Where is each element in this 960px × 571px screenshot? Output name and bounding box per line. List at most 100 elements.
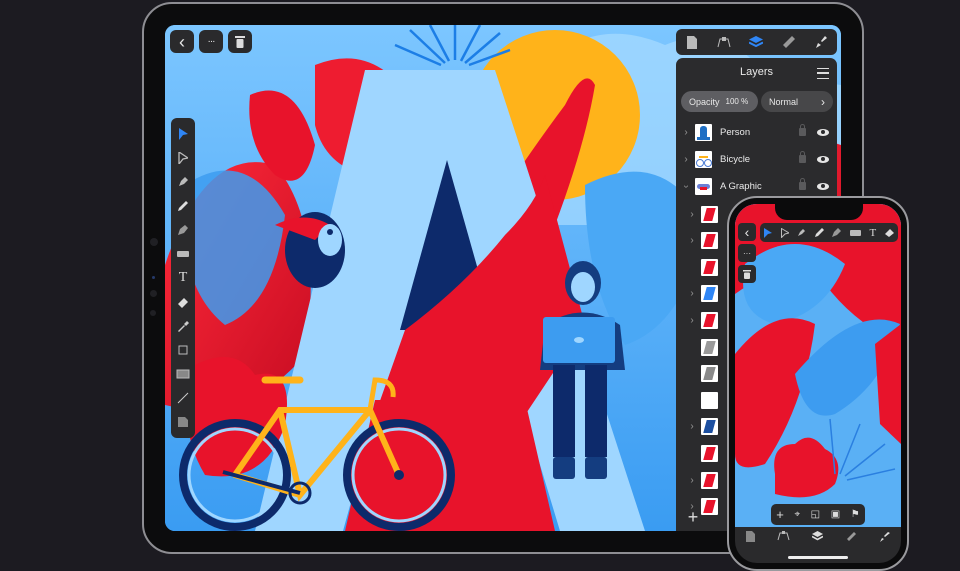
chevron-right-icon[interactable]: › xyxy=(685,288,699,299)
move-arrow-icon xyxy=(179,128,188,140)
move-tool[interactable] xyxy=(174,125,192,143)
pencil-icon[interactable] xyxy=(814,228,824,237)
crosshair-icon[interactable]: ⌖ xyxy=(794,509,800,520)
toucan-eye xyxy=(327,229,333,235)
layer-name: Person xyxy=(720,126,751,138)
brush-icon[interactable] xyxy=(879,531,890,542)
chevron-right-icon[interactable]: › xyxy=(685,315,699,326)
layer-thumbnail-grey-stroke-2 xyxy=(701,365,718,383)
ellipsis-icon: ··· xyxy=(207,36,216,47)
layer-thumbnail-blue-a xyxy=(701,285,718,303)
chevron-right-icon: › xyxy=(821,94,825,109)
artboard-tool[interactable] xyxy=(174,341,192,359)
text-tool[interactable]: T xyxy=(174,269,192,287)
tab-brush[interactable] xyxy=(810,31,832,53)
studio-tab-bar xyxy=(676,29,837,55)
line-tool[interactable] xyxy=(174,389,192,407)
chevron-right-icon[interactable]: › xyxy=(685,475,699,486)
ipad-speaker-dot xyxy=(150,310,156,316)
eye-icon[interactable] xyxy=(817,128,829,136)
layer-thumbnail-person xyxy=(695,123,712,141)
lock-icon[interactable] xyxy=(799,178,806,190)
toucan-face xyxy=(318,224,342,256)
brush-icon xyxy=(815,36,827,48)
vector-brush-icon[interactable] xyxy=(832,228,842,237)
tab-document[interactable] xyxy=(681,31,703,53)
phone-delete-button[interactable] xyxy=(738,265,756,283)
iphone-notch xyxy=(775,202,863,220)
document-icon[interactable] xyxy=(746,531,756,542)
chevron-left-icon: ‹ xyxy=(179,31,185,52)
layer-row[interactable]: › Bicycle xyxy=(676,146,837,172)
phone-tools-toolbar: T xyxy=(760,223,898,242)
anchor-flag-icon[interactable]: ⚑ xyxy=(851,509,860,520)
home-indicator[interactable] xyxy=(788,556,848,559)
blend-mode-select[interactable]: Normal › xyxy=(761,91,833,112)
transform-icon[interactable] xyxy=(777,531,790,541)
eye-icon[interactable] xyxy=(817,155,829,163)
back-button[interactable]: ‹ xyxy=(170,30,194,53)
text-icon[interactable]: T xyxy=(869,227,876,239)
lock-icon[interactable] xyxy=(799,151,806,163)
layer-thumbnail-blank xyxy=(701,391,718,409)
tab-transform[interactable] xyxy=(713,31,735,53)
plus-icon[interactable]: + xyxy=(776,507,784,522)
chevron-right-icon[interactable]: › xyxy=(685,235,699,246)
layers-icon[interactable] xyxy=(812,531,824,542)
pencil-tool[interactable] xyxy=(174,197,192,215)
fill-icon[interactable] xyxy=(849,229,861,237)
lock-icon[interactable] xyxy=(799,124,806,136)
artwork-zoomed xyxy=(735,204,901,528)
chevron-left-icon: ‹ xyxy=(744,224,750,240)
eyedropper-icon xyxy=(178,321,189,332)
rectangle-tool[interactable] xyxy=(174,365,192,383)
chevron-right-icon[interactable]: › xyxy=(679,127,693,138)
iphone-canvas[interactable] xyxy=(735,204,901,528)
arrange-back-icon[interactable]: ◱ xyxy=(811,509,820,520)
add-layer-button[interactable]: + xyxy=(678,505,708,529)
chevron-right-icon[interactable]: › xyxy=(685,421,699,432)
ipad-speaker-dot xyxy=(150,290,157,297)
layer-thumbnail-red-leaf-3 xyxy=(701,311,718,329)
vector-brush-tool[interactable] xyxy=(174,221,192,239)
chevron-down-icon[interactable]: › xyxy=(681,179,692,193)
ruler-icon xyxy=(782,36,795,48)
eye-icon[interactable] xyxy=(817,182,829,190)
delete-button[interactable] xyxy=(228,30,252,53)
vector-brush-icon xyxy=(178,225,188,235)
chevron-right-icon[interactable]: › xyxy=(685,209,699,220)
blend-mode-value: Normal xyxy=(769,96,799,107)
color-picker-tool[interactable] xyxy=(174,317,192,335)
ruler-icon[interactable] xyxy=(846,531,857,542)
tab-measure[interactable] xyxy=(778,31,800,53)
layers-icon xyxy=(749,35,764,47)
node-tool[interactable] xyxy=(174,149,192,167)
layer-thumbnail-grey-stroke xyxy=(701,338,718,356)
layer-thumbnail-bicycle xyxy=(695,150,712,168)
layer-thumbnail-toucan xyxy=(701,418,718,436)
opacity-value: 100 % xyxy=(725,97,749,106)
plus-icon: + xyxy=(687,506,699,527)
eraser-tool[interactable] xyxy=(174,293,192,311)
opacity-control[interactable]: Opacity 100 % xyxy=(681,91,758,112)
tab-layers[interactable] xyxy=(745,31,767,53)
pen-tool[interactable] xyxy=(174,173,192,191)
node-arrow-icon[interactable] xyxy=(780,227,789,238)
node-arrow-icon xyxy=(178,152,188,164)
layer-name: A Graphic xyxy=(720,180,762,192)
layer-row[interactable]: › Person xyxy=(676,119,837,145)
corner-icon xyxy=(178,417,188,427)
eraser-icon[interactable] xyxy=(884,228,894,237)
fill-tool[interactable] xyxy=(174,245,192,263)
phone-more-button[interactable]: ··· xyxy=(738,244,756,262)
move-arrow-icon[interactable] xyxy=(764,227,773,238)
pen-icon xyxy=(179,177,188,186)
chevron-right-icon[interactable]: › xyxy=(679,154,693,165)
more-button[interactable]: ··· xyxy=(199,30,223,53)
arrange-front-icon[interactable]: ▣ xyxy=(831,509,840,520)
hamburger-menu-icon[interactable] xyxy=(817,68,829,79)
corner-tool[interactable] xyxy=(174,413,192,431)
phone-back-button[interactable]: ‹ xyxy=(738,223,756,241)
transform-icon xyxy=(717,37,731,48)
pen-icon[interactable] xyxy=(797,228,806,237)
